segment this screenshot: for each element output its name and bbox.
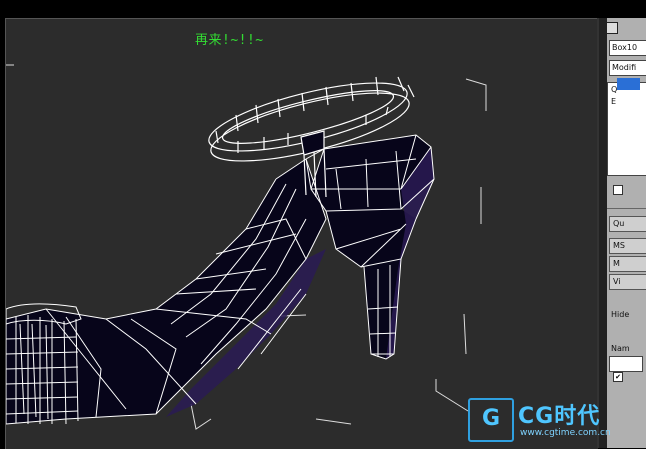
modifier-stack[interactable]: Q E — [607, 82, 646, 176]
hide-label: Hide — [611, 310, 630, 319]
modifier-list-dropdown[interactable]: Modifi — [609, 60, 646, 76]
pin-stack-icon[interactable] — [613, 185, 623, 195]
display-tab-icon[interactable] — [606, 22, 618, 34]
panel-edge — [599, 18, 607, 448]
ms-button[interactable]: MS — [609, 238, 646, 254]
viewport-annotation: 再来!~!!~ — [195, 33, 264, 48]
site-watermark: G CG时代 www.cgtime.com.cn — [468, 394, 640, 444]
m-button[interactable]: M — [609, 256, 646, 272]
stack-selection-highlight — [617, 78, 640, 90]
wireframe-shoe-model — [6, 64, 487, 430]
command-panel: Box10 Modifi Q E Qu MS M Vi Hide Nam ✔ — [597, 18, 646, 448]
panel-divider — [607, 208, 646, 209]
name-label: Nam — [611, 344, 630, 353]
stack-item[interactable]: E — [611, 97, 616, 106]
quick-button[interactable]: Qu — [609, 216, 646, 232]
perspective-viewport[interactable]: 再来!~!!~ — [5, 18, 598, 449]
cg-logo-icon: G — [468, 398, 514, 442]
name-input[interactable] — [609, 356, 643, 372]
view-button[interactable]: Vi — [609, 274, 646, 290]
option-checkbox[interactable]: ✔ — [613, 372, 623, 382]
max-window: 再来!~!!~ Box10 Modifi Q E Qu MS M Vi Hide… — [0, 0, 646, 449]
watermark-url: www.cgtime.com.cn — [520, 428, 611, 438]
object-name-field[interactable]: Box10 — [609, 40, 646, 56]
watermark-brand: CG时代 — [518, 404, 601, 429]
